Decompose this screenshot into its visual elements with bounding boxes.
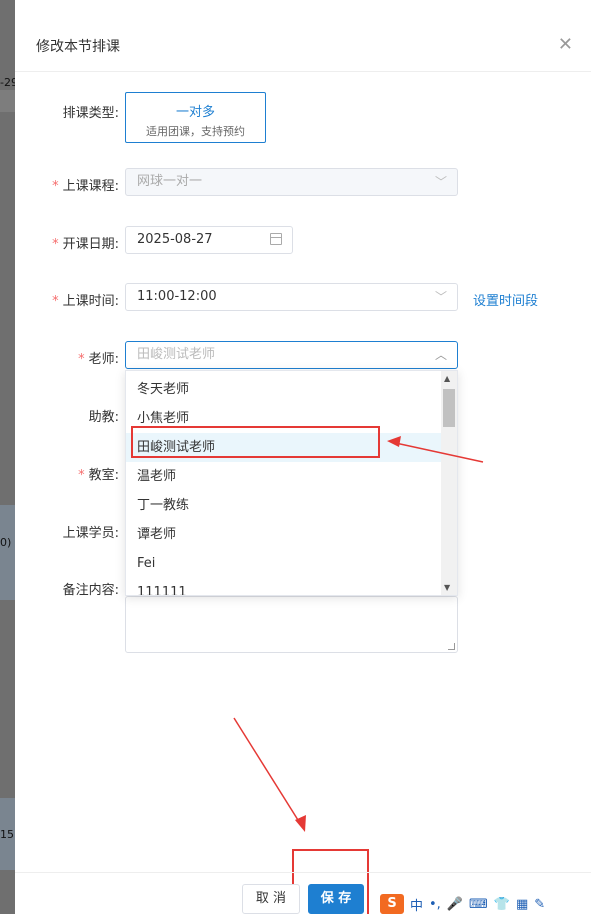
background-page: -29 0) 15 xyxy=(0,0,18,914)
annotation-arrows xyxy=(233,436,484,832)
edit-schedule-drawer: 修改本节排课 ✕ 排课类型: 一对多 适用团课，支持预约 * 上课课程: 网球一对… xyxy=(15,0,591,914)
sogou-logo-icon[interactable]: S xyxy=(380,894,404,914)
save-button[interactable]: 保 存 xyxy=(308,884,364,914)
background-text: 15 xyxy=(0,828,14,841)
punctuation-icon[interactable]: •, xyxy=(429,897,441,912)
keyboard-icon[interactable]: ⌨ xyxy=(469,897,488,912)
background-text: 0) xyxy=(0,536,12,549)
ime-mode-label[interactable]: 中 xyxy=(410,895,423,914)
ime-toolbar: S 中 •, 🎤 ⌨ 👕 ▦ ✎ xyxy=(380,894,545,914)
arrowhead-icon xyxy=(387,436,401,447)
microphone-icon[interactable]: 🎤 xyxy=(447,897,463,912)
grid-icon[interactable]: ▦ xyxy=(516,897,528,912)
cancel-button[interactable]: 取 消 xyxy=(242,884,300,914)
annotation-arrow-line xyxy=(390,441,484,463)
annotation-arrow-line xyxy=(233,717,304,829)
tools-icon[interactable]: ✎ xyxy=(534,897,545,912)
skin-icon[interactable]: 👕 xyxy=(494,897,510,912)
